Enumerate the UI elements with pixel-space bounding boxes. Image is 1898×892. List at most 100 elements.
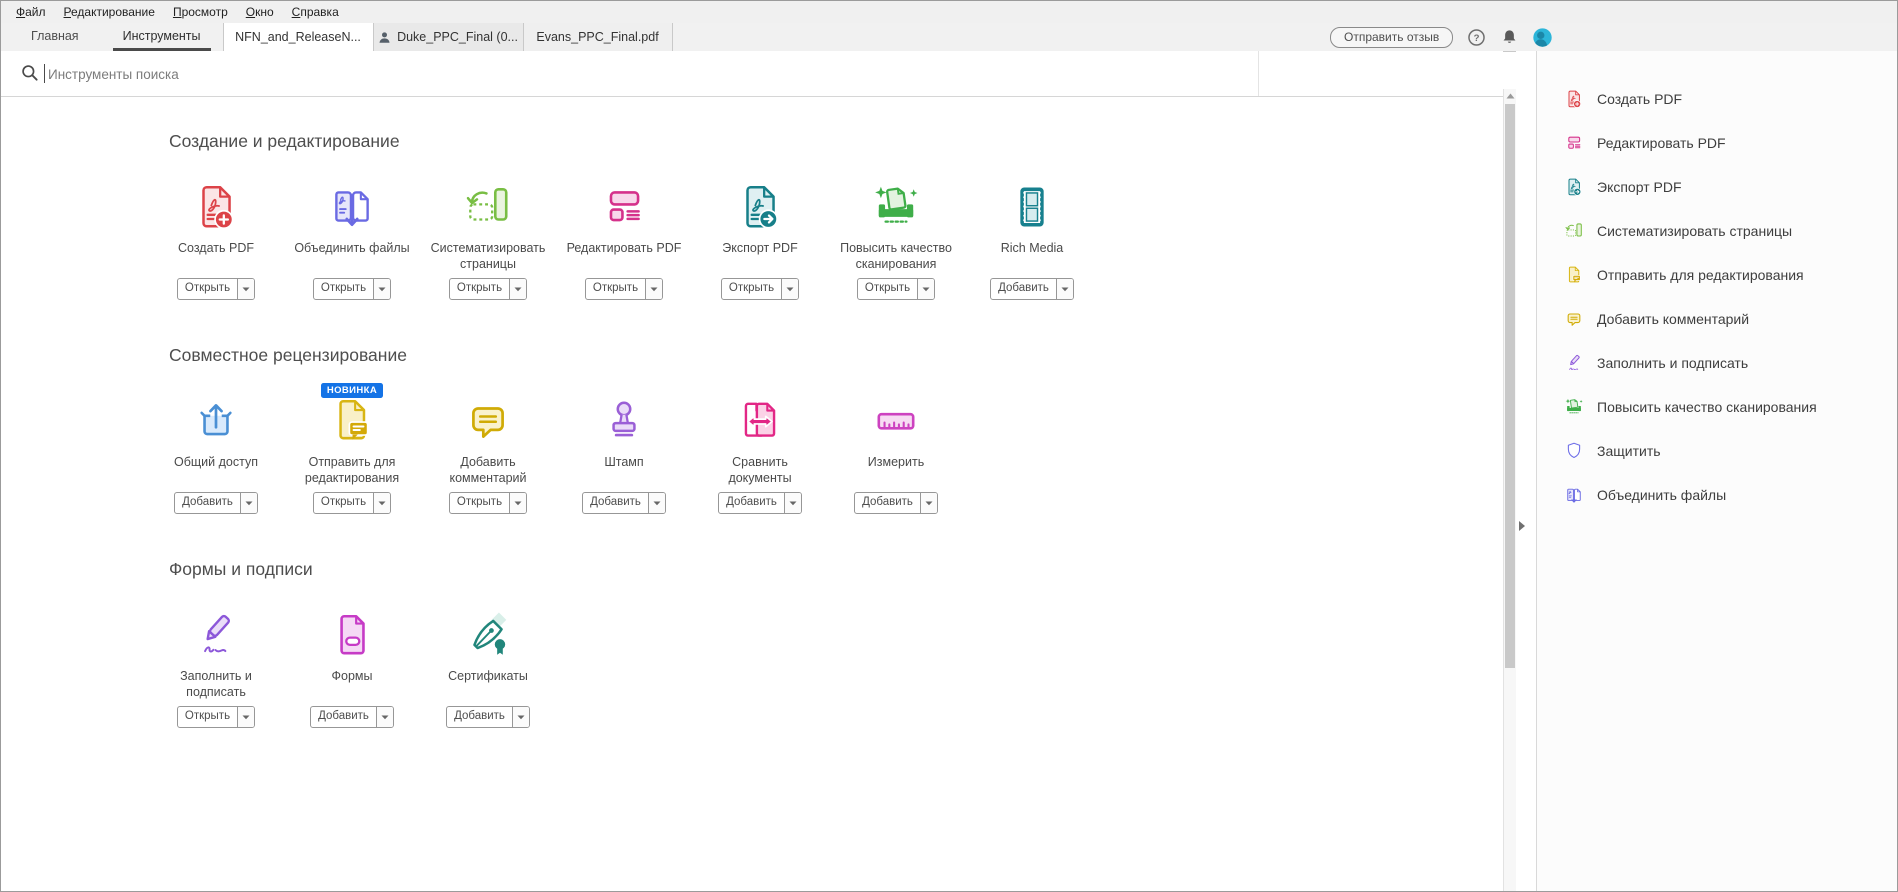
tool-action-button[interactable]: Добавить (718, 492, 802, 514)
tool-card-add-comment[interactable]: Добавить комментарий Открыть (420, 382, 556, 514)
tool-action-label[interactable]: Добавить (175, 493, 240, 513)
tool-card-enhance-scans[interactable]: Повысить качество сканирования Открыть (828, 168, 964, 300)
tool-action-button[interactable]: Добавить (446, 706, 530, 728)
tool-action-button[interactable]: Добавить (310, 706, 394, 728)
tool-action-button[interactable]: Добавить (582, 492, 666, 514)
quick-tools-panel: Создать PDF Редактировать PDF Экспорт PDF С… (1536, 51, 1897, 891)
doc-tab[interactable]: Evans_PPC_Final.pdf (522, 23, 673, 51)
panel-item-add-comment[interactable]: Добавить комментарий (1564, 309, 1897, 329)
dropdown-arrow-icon[interactable] (373, 279, 391, 299)
combine-files-icon (327, 182, 377, 232)
panel-collapse-handle[interactable] (1518, 519, 1530, 533)
doc-tab[interactable]: NFN_and_ReleaseN... (222, 23, 373, 51)
dropdown-arrow-icon[interactable] (1055, 279, 1073, 299)
tool-card-combine-files[interactable]: Объединить файлы Открыть (284, 168, 420, 300)
tool-action-button[interactable]: Открыть (856, 278, 936, 300)
tool-action-button[interactable]: Открыть (176, 706, 256, 728)
panel-item-export-pdf[interactable]: Экспорт PDF (1564, 177, 1897, 197)
dropdown-arrow-icon[interactable] (237, 707, 255, 727)
tool-action-button[interactable]: Открыть (584, 278, 664, 300)
dropdown-arrow-icon[interactable] (647, 493, 665, 513)
dropdown-arrow-icon[interactable] (239, 493, 257, 513)
tab-home[interactable]: Главная (9, 23, 101, 51)
help-icon[interactable]: ? (1466, 27, 1487, 48)
dropdown-arrow-icon[interactable] (917, 279, 935, 299)
scroll-up-arrow-icon[interactable] (1504, 89, 1516, 102)
tool-action-label[interactable]: Открыть (586, 279, 645, 299)
panel-item-enhance-scans[interactable]: Повысить качество сканирования (1564, 397, 1897, 417)
tool-card-fill-sign[interactable]: Заполнить и подписать Открыть (148, 596, 284, 728)
dropdown-arrow-icon[interactable] (781, 279, 799, 299)
tool-action-label[interactable]: Открыть (858, 279, 917, 299)
combine-files-icon (1564, 485, 1584, 505)
tool-card-stamp[interactable]: Штамп Добавить (556, 382, 692, 514)
tool-action-label[interactable]: Добавить (583, 493, 648, 513)
dropdown-arrow-icon[interactable] (783, 493, 801, 513)
dropdown-arrow-icon[interactable] (645, 279, 663, 299)
dropdown-arrow-icon[interactable] (237, 279, 255, 299)
tool-action-button[interactable]: Открыть (448, 278, 528, 300)
panel-item-send-review[interactable]: Отправить для редактирования (1564, 265, 1897, 285)
tool-action-label[interactable]: Открыть (722, 279, 781, 299)
tool-action-button[interactable]: Открыть (312, 278, 392, 300)
tool-action-button[interactable]: Добавить (174, 492, 258, 514)
tool-card-measure[interactable]: Измерить Добавить (828, 382, 964, 514)
feedback-button[interactable]: Отправить отзыв (1330, 26, 1454, 48)
panel-item-combine-files[interactable]: Объединить файлы (1564, 485, 1897, 505)
notifications-bell-icon[interactable] (1500, 28, 1519, 47)
dropdown-arrow-icon[interactable] (375, 707, 393, 727)
tool-action-label[interactable]: Открыть (178, 279, 237, 299)
tool-action-label[interactable]: Открыть (450, 493, 509, 513)
panel-item-edit-pdf[interactable]: Редактировать PDF (1564, 133, 1897, 153)
tool-card-export-pdf[interactable]: Экспорт PDF Открыть (692, 168, 828, 300)
panel-item-protect[interactable]: Защитить (1564, 441, 1897, 461)
tool-action-label[interactable]: Открыть (450, 279, 509, 299)
dropdown-arrow-icon[interactable] (919, 493, 937, 513)
panel-item-create-pdf[interactable]: Создать PDF (1564, 89, 1897, 109)
tool-card-compare-docs[interactable]: Сравнить документы Добавить (692, 382, 828, 514)
panel-item-fill-sign[interactable]: Заполнить и подписать (1564, 353, 1897, 373)
dropdown-arrow-icon[interactable] (509, 279, 527, 299)
tool-card-share[interactable]: Общий доступ Добавить (148, 382, 284, 514)
tool-card-edit-pdf[interactable]: Редактировать PDF Открыть (556, 168, 692, 300)
tool-card-rich-media[interactable]: Rich Media Добавить (964, 168, 1100, 300)
menu-item[interactable]: Справка (283, 1, 348, 23)
tool-action-label[interactable]: Открыть (314, 493, 373, 513)
tool-card-create-pdf[interactable]: Создать PDF Открыть (148, 168, 284, 300)
tool-label: Сравнить документы (728, 455, 792, 485)
tools-section: Совместное рецензирование Общий доступ Доб… (1, 300, 1503, 514)
tool-action-label[interactable]: Добавить (311, 707, 376, 727)
tool-card-send-review[interactable]: НОВИНКА Отправить для редактирования Откры… (284, 382, 420, 514)
tab-tools[interactable]: Инструменты (101, 23, 223, 51)
tool-action-label[interactable]: Открыть (314, 279, 373, 299)
tool-action-button[interactable]: Добавить (854, 492, 938, 514)
tool-action-button[interactable]: Открыть (448, 492, 528, 514)
dropdown-arrow-icon[interactable] (509, 493, 527, 513)
menu-item[interactable]: Редактирование (55, 1, 164, 23)
search-input[interactable] (46, 59, 1200, 89)
menu-item[interactable]: Файл (7, 1, 55, 23)
tool-action-button[interactable]: Открыть (720, 278, 800, 300)
panel-item-organize-pages[interactable]: Систематизировать страницы (1564, 221, 1897, 241)
tool-action-button[interactable]: Открыть (312, 492, 392, 514)
share-icon (191, 396, 241, 446)
tool-action-label[interactable]: Открыть (178, 707, 237, 727)
tool-action-button[interactable]: Добавить (990, 278, 1074, 300)
tool-action-label[interactable]: Добавить (719, 493, 784, 513)
tool-card-forms[interactable]: Формы Добавить (284, 596, 420, 728)
dropdown-arrow-icon[interactable] (373, 493, 391, 513)
tool-card-certificates[interactable]: Сертификаты Добавить (420, 596, 556, 728)
doc-tab[interactable]: Duke_PPC_Final (0... (372, 23, 523, 51)
tool-action-label[interactable]: Добавить (447, 707, 512, 727)
tool-action-button[interactable]: Открыть (176, 278, 256, 300)
dropdown-arrow-icon[interactable] (511, 707, 529, 727)
scrollbar-thumb[interactable] (1505, 104, 1515, 668)
tool-action-label[interactable]: Добавить (991, 279, 1056, 299)
menu-item[interactable]: Окно (237, 1, 283, 23)
tool-card-organize-pages[interactable]: Систематизировать страницы Открыть (420, 168, 556, 300)
tool-action-label[interactable]: Добавить (855, 493, 920, 513)
vertical-scrollbar[interactable] (1503, 89, 1516, 891)
menu-item[interactable]: Просмотр (164, 1, 237, 23)
user-avatar[interactable] (1532, 27, 1553, 48)
send-review-icon (1564, 265, 1584, 285)
